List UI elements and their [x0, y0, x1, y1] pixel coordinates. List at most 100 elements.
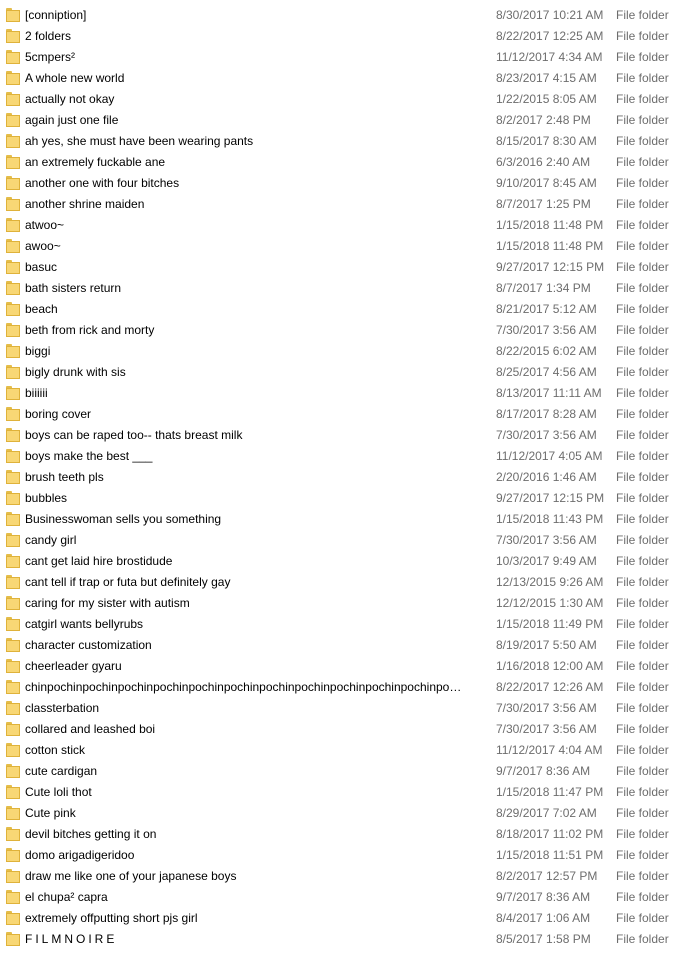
file-name[interactable]: atwoo~ [25, 215, 485, 236]
file-row[interactable]: cant tell if trap or futa but definitely… [0, 572, 677, 593]
file-row[interactable]: cant get laid hire brostidude 10/3/2017 9… [0, 551, 677, 572]
file-row[interactable]: Cute pink 8/29/2017 7:02 AM File folder [0, 803, 677, 824]
file-row[interactable]: boys can be raped too-- thats breast mil… [0, 425, 677, 446]
file-row[interactable]: 2 folders 8/22/2017 12:25 AM File folder [0, 26, 677, 47]
file-row[interactable]: collared and leashed boi 7/30/2017 3:56 A… [0, 719, 677, 740]
file-name[interactable]: an extremely fuckable ane [25, 152, 485, 173]
file-row[interactable]: beth from rick and morty 7/30/2017 3:56 A… [0, 320, 677, 341]
file-date-modified: 7/30/2017 3:56 AM [496, 722, 597, 736]
file-row[interactable]: FILMNOIRE 8/5/2017 1:58 PM File folder [0, 929, 677, 950]
file-row[interactable]: chinpochinpochinpochinpochinpochinpochin… [0, 677, 677, 698]
file-row[interactable]: another one with four bitches 9/10/2017 8… [0, 173, 677, 194]
file-name[interactable]: boring cover [25, 404, 485, 425]
file-row[interactable]: biggi 8/22/2015 6:02 AM File folder [0, 341, 677, 362]
file-row[interactable]: cute cardigan 9/7/2017 8:36 AM File folder [0, 761, 677, 782]
file-row[interactable]: Cute loli thot 1/15/2018 11:47 PM File fol… [0, 782, 677, 803]
file-name[interactable]: basuc [25, 257, 485, 278]
file-name[interactable]: biiiiii [25, 383, 485, 404]
file-row[interactable]: domo arigadigeridoo 1/15/2018 11:51 PM Fil… [0, 845, 677, 866]
file-date-modified: 8/19/2017 5:50 AM [496, 638, 597, 652]
file-name[interactable]: cant get laid hire brostidude [25, 551, 485, 572]
file-name[interactable]: extremely offputting short pjs girl [25, 908, 485, 929]
file-row[interactable]: awoo~ 1/15/2018 11:48 PM File folder [0, 236, 677, 257]
file-row[interactable]: bigly drunk with sis 8/25/2017 4:56 AM Fil… [0, 362, 677, 383]
file-row[interactable]: beach 8/21/2017 5:12 AM File folder [0, 299, 677, 320]
file-name[interactable]: Cute pink [25, 803, 485, 824]
file-row[interactable]: cheerleader gyaru 1/16/2018 12:00 AM File … [0, 656, 677, 677]
file-name[interactable]: beth from rick and morty [25, 320, 485, 341]
file-row[interactable]: bath sisters return 8/7/2017 1:34 PM File … [0, 278, 677, 299]
file-name[interactable]: bath sisters return [25, 278, 485, 299]
folder-icon [6, 680, 20, 694]
file-name[interactable]: catgirl wants bellyrubs [25, 614, 485, 635]
file-name[interactable]: 5cmpers² [25, 47, 485, 68]
file-name[interactable]: boys can be raped too-- thats breast mil… [25, 425, 485, 446]
file-name[interactable]: bigly drunk with sis [25, 362, 485, 383]
file-name[interactable]: chinpochinpochinpochinpochinpochinpochin… [25, 677, 485, 698]
file-row[interactable]: 5cmpers² 11/12/2017 4:34 AM File folder [0, 47, 677, 68]
file-row[interactable]: el chupa² capra 9/7/2017 8:36 AM File fold… [0, 887, 677, 908]
file-row[interactable]: boys make the best ___ 11/12/2017 4:05 AM… [0, 446, 677, 467]
file-name[interactable]: cotton stick [25, 740, 485, 761]
file-name[interactable]: brush teeth pls [25, 467, 485, 488]
file-type: File folder [616, 197, 669, 211]
file-row[interactable]: bubbles 9/27/2017 12:15 PM File folder [0, 488, 677, 509]
file-name[interactable]: collared and leashed boi [25, 719, 485, 740]
file-name[interactable]: again just one file [25, 110, 485, 131]
file-row[interactable]: again just one file 8/2/2017 2:48 PM File … [0, 110, 677, 131]
folder-icon [6, 428, 20, 442]
file-name[interactable]: candy girl [25, 530, 485, 551]
file-row[interactable]: ah yes, she must have been wearing pants… [0, 131, 677, 152]
file-row[interactable]: classterbation 7/30/2017 3:56 AM File fold… [0, 698, 677, 719]
file-name[interactable]: ah yes, she must have been wearing pants [25, 131, 485, 152]
file-type: File folder [616, 302, 669, 316]
file-name[interactable]: A whole new world [25, 68, 485, 89]
file-row[interactable]: another shrine maiden 8/7/2017 1:25 PM Fil… [0, 194, 677, 215]
file-name[interactable]: Cute loli thot [25, 782, 485, 803]
file-date-modified: 8/7/2017 1:34 PM [496, 281, 591, 295]
file-row[interactable]: boring cover 8/17/2017 8:28 AM File folder [0, 404, 677, 425]
file-row[interactable]: brush teeth pls 2/20/2016 1:46 AM File fol… [0, 467, 677, 488]
file-row[interactable]: catgirl wants bellyrubs 1/15/2018 11:49 P… [0, 614, 677, 635]
file-row[interactable]: atwoo~ 1/15/2018 11:48 PM File folder [0, 215, 677, 236]
file-name[interactable]: another shrine maiden [25, 194, 485, 215]
file-name[interactable]: caring for my sister with autism [25, 593, 485, 614]
file-name[interactable]: draw me like one of your japanese boys [25, 866, 485, 887]
file-name[interactable]: bubbles [25, 488, 485, 509]
file-name[interactable]: actually not okay [25, 89, 485, 110]
file-name[interactable]: Businesswoman sells you something [25, 509, 485, 530]
file-name[interactable]: 2 folders [25, 26, 485, 47]
file-name[interactable]: FILMNOIRE [25, 929, 485, 950]
file-name[interactable]: boys make the best ___ [25, 446, 485, 467]
file-row[interactable]: devil bitches getting it on 8/18/2017 11:… [0, 824, 677, 845]
file-name[interactable]: devil bitches getting it on [25, 824, 485, 845]
file-name[interactable]: biggi [25, 341, 485, 362]
file-row[interactable]: basuc 9/27/2017 12:15 PM File folder [0, 257, 677, 278]
file-row[interactable]: draw me like one of your japanese boys 8/… [0, 866, 677, 887]
file-name[interactable]: domo arigadigeridoo [25, 845, 485, 866]
file-row[interactable]: A whole new world 8/23/2017 4:15 AM File f… [0, 68, 677, 89]
file-row[interactable]: character customization 8/19/2017 5:50 AM… [0, 635, 677, 656]
file-row[interactable]: biiiiii 8/13/2017 11:11 AM File folder [0, 383, 677, 404]
file-name[interactable]: beach [25, 299, 485, 320]
file-name[interactable]: cute cardigan [25, 761, 485, 782]
file-name[interactable]: cant tell if trap or futa but definitely… [25, 572, 485, 593]
file-row[interactable]: extremely offputting short pjs girl 8/4/2… [0, 908, 677, 929]
file-name[interactable]: [conniption] [25, 5, 485, 26]
folder-icon [6, 722, 20, 736]
file-row[interactable]: Businesswoman sells you something 1/15/20… [0, 509, 677, 530]
file-row[interactable]: actually not okay 1/22/2015 8:05 AM File f… [0, 89, 677, 110]
file-name[interactable]: awoo~ [25, 236, 485, 257]
file-row[interactable]: candy girl 7/30/2017 3:56 AM File folder [0, 530, 677, 551]
file-name[interactable]: character customization [25, 635, 485, 656]
file-name[interactable]: cheerleader gyaru [25, 656, 485, 677]
file-name[interactable]: classterbation [25, 698, 485, 719]
file-row[interactable]: cotton stick 11/12/2017 4:04 AM File folde… [0, 740, 677, 761]
file-name[interactable]: another one with four bitches [25, 173, 485, 194]
file-row[interactable]: [conniption] 8/30/2017 10:21 AM File folde… [0, 5, 677, 26]
file-date-modified: 12/13/2015 9:26 AM [496, 575, 604, 589]
file-row[interactable]: an extremely fuckable ane 6/3/2016 2:40 A… [0, 152, 677, 173]
file-row[interactable]: caring for my sister with autism 12/12/20… [0, 593, 677, 614]
file-name[interactable]: el chupa² capra [25, 887, 485, 908]
file-type: File folder [616, 932, 669, 946]
